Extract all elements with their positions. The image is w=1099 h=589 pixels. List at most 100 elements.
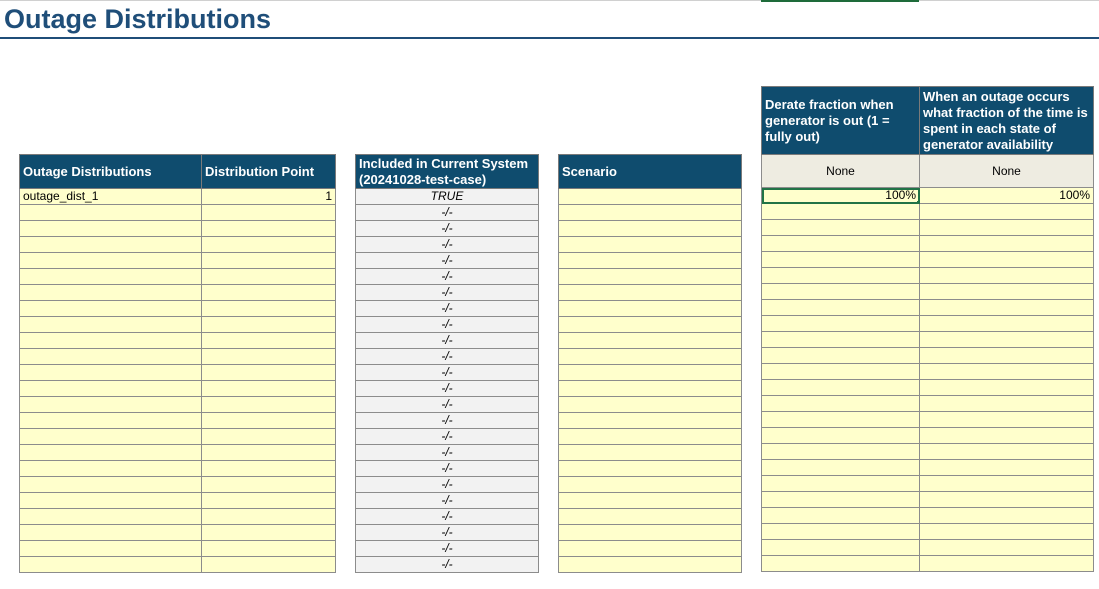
cell-derate-fraction[interactable] xyxy=(761,267,920,284)
cell-included-value[interactable]: -/- xyxy=(355,316,539,333)
cell-outage-distribution-name[interactable] xyxy=(19,268,202,285)
cell-included-value[interactable]: -/- xyxy=(355,476,539,493)
cell-included-value[interactable]: -/- xyxy=(355,284,539,301)
cell-time-fraction[interactable] xyxy=(919,283,1094,300)
cell-derate-fraction[interactable] xyxy=(761,427,920,444)
cell-distribution-point[interactable] xyxy=(201,220,336,237)
cell-included-value[interactable]: -/- xyxy=(355,204,539,221)
cell-outage-distribution-name[interactable] xyxy=(19,316,202,333)
cell-time-fraction[interactable] xyxy=(919,475,1094,492)
cell-derate-fraction[interactable] xyxy=(761,379,920,396)
cell-included-value[interactable]: -/- xyxy=(355,252,539,269)
cell-distribution-point[interactable]: 1 xyxy=(201,188,336,205)
cell-included-value[interactable]: -/- xyxy=(355,524,539,541)
cell-time-fraction[interactable] xyxy=(919,363,1094,380)
cell-derate-fraction[interactable] xyxy=(761,411,920,428)
cell-scenario[interactable] xyxy=(558,316,742,333)
cell-derate-fraction[interactable] xyxy=(761,491,920,508)
cell-time-fraction[interactable] xyxy=(919,459,1094,476)
header-included-in-current-system[interactable]: Included in Current System (20241028-tes… xyxy=(355,154,539,189)
cell-outage-distribution-name[interactable] xyxy=(19,220,202,237)
cell-scenario[interactable] xyxy=(558,476,742,493)
cell-outage-distribution-name[interactable] xyxy=(19,204,202,221)
cell-derate-fraction[interactable] xyxy=(761,555,920,572)
cell-time-fraction[interactable] xyxy=(919,523,1094,540)
cell-distribution-point[interactable] xyxy=(201,332,336,349)
header-outage-time-fraction[interactable]: When an outage occurs what fraction of t… xyxy=(919,86,1094,155)
cell-outage-distribution-name[interactable] xyxy=(19,508,202,525)
cell-distribution-point[interactable] xyxy=(201,364,336,381)
cell-included-value[interactable]: -/- xyxy=(355,348,539,365)
cell-distribution-point[interactable] xyxy=(201,396,336,413)
fill-handle[interactable] xyxy=(917,201,919,203)
cell-time-fraction[interactable] xyxy=(919,315,1094,332)
cell-included-value[interactable]: -/- xyxy=(355,540,539,557)
cell-included-value[interactable]: -/- xyxy=(355,300,539,317)
cell-included-value[interactable]: -/- xyxy=(355,428,539,445)
cell-scenario[interactable] xyxy=(558,524,742,541)
cell-derate-fraction[interactable] xyxy=(761,299,920,316)
cell-outage-distribution-name[interactable] xyxy=(19,492,202,509)
cell-derate-fraction[interactable] xyxy=(761,395,920,412)
cell-scenario[interactable] xyxy=(558,412,742,429)
cell-distribution-point[interactable] xyxy=(201,316,336,333)
cell-time-fraction[interactable] xyxy=(919,251,1094,268)
cell-included-value[interactable]: -/- xyxy=(355,556,539,573)
cell-distribution-point[interactable] xyxy=(201,540,336,557)
cell-time-fraction[interactable]: 100% xyxy=(919,187,1094,204)
cell-distribution-point[interactable] xyxy=(201,508,336,525)
cell-scenario[interactable] xyxy=(558,300,742,317)
cell-derate-fraction[interactable] xyxy=(761,539,920,556)
cell-outage-distribution-name[interactable] xyxy=(19,348,202,365)
cell-scenario[interactable] xyxy=(558,332,742,349)
cell-distribution-point[interactable] xyxy=(201,252,336,269)
cell-included-value[interactable]: -/- xyxy=(355,380,539,397)
cell-derate-fraction[interactable] xyxy=(761,475,920,492)
cell-outage-distribution-name[interactable] xyxy=(19,524,202,541)
cell-derate-fraction[interactable] xyxy=(761,443,920,460)
cell-time-fraction[interactable] xyxy=(919,219,1094,236)
header-scenario[interactable]: Scenario xyxy=(558,154,742,189)
cell-scenario[interactable] xyxy=(558,492,742,509)
cell-scenario[interactable] xyxy=(558,380,742,397)
cell-distribution-point[interactable] xyxy=(201,236,336,253)
cell-distribution-point[interactable] xyxy=(201,460,336,477)
cell-derate-fraction[interactable] xyxy=(761,523,920,540)
cell-scenario[interactable] xyxy=(558,284,742,301)
cell-included-value[interactable]: -/- xyxy=(355,412,539,429)
cell-included-value[interactable]: -/- xyxy=(355,460,539,477)
cell-distribution-point[interactable] xyxy=(201,524,336,541)
cell-distribution-point[interactable] xyxy=(201,300,336,317)
cell-scenario[interactable] xyxy=(558,508,742,525)
cell-scenario[interactable] xyxy=(558,556,742,573)
cell-time-fraction[interactable] xyxy=(919,331,1094,348)
cell-distribution-point[interactable] xyxy=(201,204,336,221)
cell-included-value[interactable]: -/- xyxy=(355,236,539,253)
cell-derate-fraction[interactable] xyxy=(761,219,920,236)
cell-time-fraction[interactable] xyxy=(919,491,1094,508)
cell-outage-distribution-name[interactable] xyxy=(19,396,202,413)
cell-distribution-point[interactable] xyxy=(201,476,336,493)
subheader-none-1[interactable]: None xyxy=(761,154,920,188)
header-outage-distributions[interactable]: Outage Distributions xyxy=(19,154,202,189)
cell-scenario[interactable] xyxy=(558,364,742,381)
cell-scenario[interactable] xyxy=(558,460,742,477)
cell-outage-distribution-name[interactable] xyxy=(19,460,202,477)
cell-included-value[interactable]: -/- xyxy=(355,268,539,285)
cell-scenario[interactable] xyxy=(558,540,742,557)
cell-included-value[interactable]: -/- xyxy=(355,332,539,349)
cell-distribution-point[interactable] xyxy=(201,268,336,285)
cell-included-value[interactable]: -/- xyxy=(355,444,539,461)
cell-scenario[interactable] xyxy=(558,252,742,269)
cell-derate-fraction[interactable] xyxy=(761,251,920,268)
cell-time-fraction[interactable] xyxy=(919,395,1094,412)
cell-derate-fraction[interactable] xyxy=(761,283,920,300)
cell-outage-distribution-name[interactable] xyxy=(19,236,202,253)
header-distribution-point[interactable]: Distribution Point xyxy=(201,154,336,189)
cell-scenario[interactable] xyxy=(558,236,742,253)
cell-time-fraction[interactable] xyxy=(919,299,1094,316)
cell-derate-fraction[interactable] xyxy=(761,507,920,524)
cell-derate-fraction[interactable] xyxy=(761,203,920,220)
cell-time-fraction[interactable] xyxy=(919,379,1094,396)
cell-derate-fraction[interactable] xyxy=(761,331,920,348)
